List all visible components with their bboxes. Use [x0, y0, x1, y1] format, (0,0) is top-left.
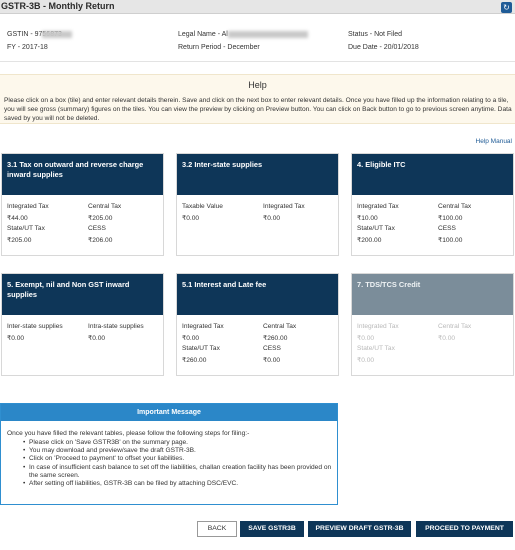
preview-draft-button[interactable]: PREVIEW DRAFT GSTR-3B [308, 521, 411, 537]
due-date-field: Due Date - 20/01/2018 [348, 44, 419, 51]
tile-inter-state-supplies[interactable]: 3.2 Inter-state supplies Taxable Value I… [176, 153, 339, 256]
tile-title: 4. Eligible ITC [352, 154, 513, 195]
tile-title: 5.1 Interest and Late fee [177, 274, 338, 315]
tile-value: ₹100.00 [438, 237, 463, 244]
tile-label: Central Tax [438, 323, 472, 330]
tile-label: Integrated Tax [182, 323, 224, 330]
help-text: Please click on a box (tile) and enter r… [4, 97, 512, 122]
tile-label: Integrated Tax [7, 203, 49, 210]
tile-label: Intra-state supplies [88, 323, 144, 330]
tile-label: Taxable Value [182, 203, 223, 210]
help-panel: Help Please click on a box (tile) and en… [0, 74, 515, 124]
tile-value: ₹0.00 [263, 357, 281, 364]
gstin-field: GSTIN - 9756873 [7, 31, 73, 38]
tile-value: ₹205.00 [7, 237, 32, 244]
tile-label: Integrated Tax [263, 203, 305, 210]
tile-value: ₹0.00 [357, 335, 375, 342]
tile-label: State/UT Tax [182, 345, 220, 352]
page-title: GSTR-3B - Monthly Return [1, 1, 115, 11]
help-manual-link[interactable]: Help Manual [476, 138, 513, 145]
return-info: GSTIN - 9756873 FY - 2017-18 Legal Name … [0, 22, 515, 62]
tile-outward-supplies[interactable]: 3.1 Tax on outward and reverse charge in… [1, 153, 164, 256]
fy-field: FY - 2017-18 [7, 44, 48, 51]
list-item: After setting off liabilities, GSTR-3B c… [23, 480, 333, 488]
list-item: Please click on 'Save GSTR3B' on the sum… [23, 439, 333, 447]
tile-label: State/UT Tax [7, 225, 45, 232]
tile-value: ₹200.00 [357, 237, 382, 244]
list-item: In case of insufficient cash balance to … [23, 464, 333, 480]
status-field: Status - Not Filed [348, 31, 403, 38]
tile-value: ₹0.00 [357, 357, 375, 364]
filing-steps-list: Please click on 'Save GSTR3B' on the sum… [23, 439, 333, 488]
tile-value: ₹260.00 [182, 357, 207, 364]
tile-label: CESS [263, 345, 281, 352]
tile-value: ₹44.00 [7, 215, 28, 222]
important-message-panel: Important Message Once you have filled t… [0, 403, 338, 505]
back-button[interactable]: BACK [197, 521, 237, 537]
tile-value: ₹260.00 [263, 335, 288, 342]
tile-label: Inter-state supplies [7, 323, 63, 330]
tile-value: ₹0.00 [88, 335, 106, 342]
list-item: You may download and preview/save the dr… [23, 447, 333, 455]
tile-value: ₹0.00 [182, 335, 200, 342]
tile-title: 3.1 Tax on outward and reverse charge in… [2, 154, 163, 195]
tile-label: CESS [88, 225, 106, 232]
tile-label: Integrated Tax [357, 203, 399, 210]
tile-eligible-itc[interactable]: 4. Eligible ITC Integrated Tax Central T… [351, 153, 514, 256]
action-bar: BACK SAVE GSTR3B PREVIEW DRAFT GSTR-3B P… [0, 521, 515, 537]
tile-label: Central Tax [438, 203, 472, 210]
tile-label: Central Tax [88, 203, 122, 210]
help-title: Help [248, 80, 267, 90]
legal-name-field: Legal Name - Al [178, 31, 308, 38]
save-gstr3b-button[interactable]: SAVE GSTR3B [240, 521, 304, 537]
important-message-title: Important Message [1, 404, 337, 421]
list-item: Click on 'Proceed to payment' to offset … [23, 455, 333, 463]
important-message-intro: Once you have filled the relevant tables… [7, 430, 250, 437]
tile-label: Integrated Tax [357, 323, 399, 330]
tile-value: ₹10.00 [357, 215, 378, 222]
tile-exempt-supplies[interactable]: 5. Exempt, nil and Non GST inward suppli… [1, 273, 164, 376]
tile-interest-late-fee[interactable]: 5.1 Interest and Late fee Integrated Tax… [176, 273, 339, 376]
tile-tds-tcs-credit: 7. TDS/TCS Credit Integrated Tax Central… [351, 273, 514, 376]
return-period-field: Return Period - December [178, 44, 260, 51]
tile-value: ₹206.00 [88, 237, 113, 244]
tile-label: CESS [438, 225, 456, 232]
proceed-to-payment-button[interactable]: PROCEED TO PAYMENT [416, 521, 513, 537]
tile-value: ₹0.00 [182, 215, 200, 222]
tile-value: ₹205.00 [88, 215, 113, 222]
title-bar: GSTR-3B - Monthly Return ↻ [0, 0, 515, 14]
tile-value: ₹0.00 [263, 215, 281, 222]
tile-label: State/UT Tax [357, 225, 395, 232]
tile-value: ₹100.00 [438, 215, 463, 222]
tile-label: Central Tax [263, 323, 297, 330]
tile-title: 5. Exempt, nil and Non GST inward suppli… [2, 274, 163, 315]
tile-label: State/UT Tax [357, 345, 395, 352]
tile-title: 7. TDS/TCS Credit [352, 274, 513, 315]
tile-title: 3.2 Inter-state supplies [177, 154, 338, 195]
tile-value: ₹0.00 [7, 335, 25, 342]
refresh-icon[interactable]: ↻ [501, 2, 512, 13]
tile-value: ₹0.00 [438, 335, 456, 342]
